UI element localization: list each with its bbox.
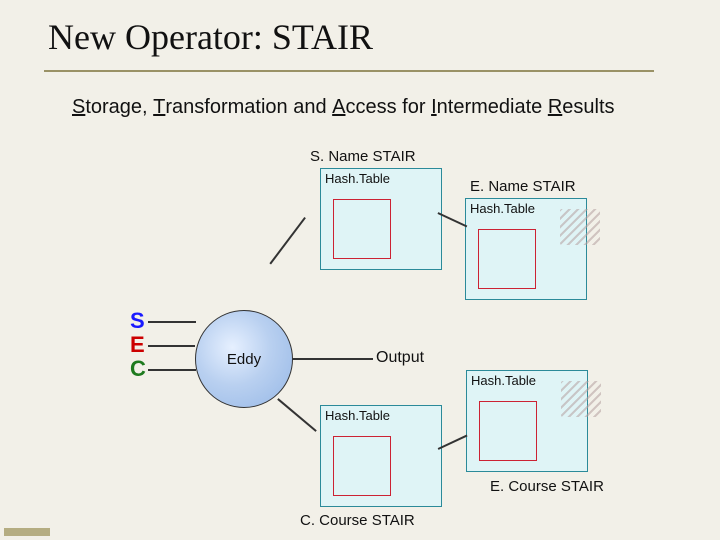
subtitle-rest2: ransformation and [165, 96, 332, 118]
line-sname-to-ename [438, 212, 468, 227]
line-eddy-to-output [291, 358, 373, 360]
stair-e-course-inner [479, 401, 537, 461]
stair-c-course-caption: C. Course STAIR [300, 512, 415, 529]
source-e: E [130, 332, 145, 358]
line-s-to-eddy [148, 321, 196, 323]
line-e-to-eddy [148, 345, 195, 347]
line-eddy-to-sname [269, 217, 305, 264]
subtitle-rest5: esults [562, 96, 614, 118]
stair-c-course-inner [333, 436, 391, 496]
stair-s-name-box: Hash.Table [320, 168, 442, 270]
stair-s-name-caption: S. Name STAIR [310, 148, 416, 165]
subtitle-s: S [72, 96, 85, 119]
output-label: Output [376, 349, 424, 367]
subtitle-rest1: torage, [85, 96, 153, 118]
source-c: C [130, 356, 146, 382]
subtitle-r: R [548, 96, 562, 119]
stair-s-name-hash: Hash.Table [321, 169, 441, 186]
stair-e-course-caption: E. Course STAIR [490, 478, 604, 495]
stair-e-name-inner [478, 229, 536, 289]
subtitle-rest3: ccess for [346, 96, 432, 118]
stair-e-name-hatch [560, 209, 600, 245]
footer-accent [4, 528, 50, 536]
subtitle-t: T [153, 96, 165, 119]
eddy-label: Eddy [227, 351, 261, 368]
page-title: New Operator: STAIR [48, 16, 373, 58]
stair-c-course-hash: Hash.Table [321, 406, 441, 423]
eddy-node: Eddy [195, 310, 293, 408]
title-underline [44, 70, 654, 72]
stair-e-name-caption: E. Name STAIR [470, 178, 576, 195]
stair-s-name-inner [333, 199, 391, 259]
stair-e-course-box: Hash.Table [466, 370, 588, 472]
subtitle-a: A [332, 96, 345, 119]
source-s: S [130, 308, 145, 334]
line-ccourse-to-ecourse [438, 435, 468, 450]
stair-e-name-box: Hash.Table [465, 198, 587, 300]
subtitle-rest4: ntermediate [437, 96, 548, 118]
line-eddy-to-ccourse [278, 398, 317, 431]
line-c-to-eddy [148, 369, 196, 371]
stair-e-course-hatch [561, 381, 601, 417]
stair-c-course-box: Hash.Table [320, 405, 442, 507]
acronym-subtitle: Storage, Transformation and Access for I… [72, 96, 615, 119]
